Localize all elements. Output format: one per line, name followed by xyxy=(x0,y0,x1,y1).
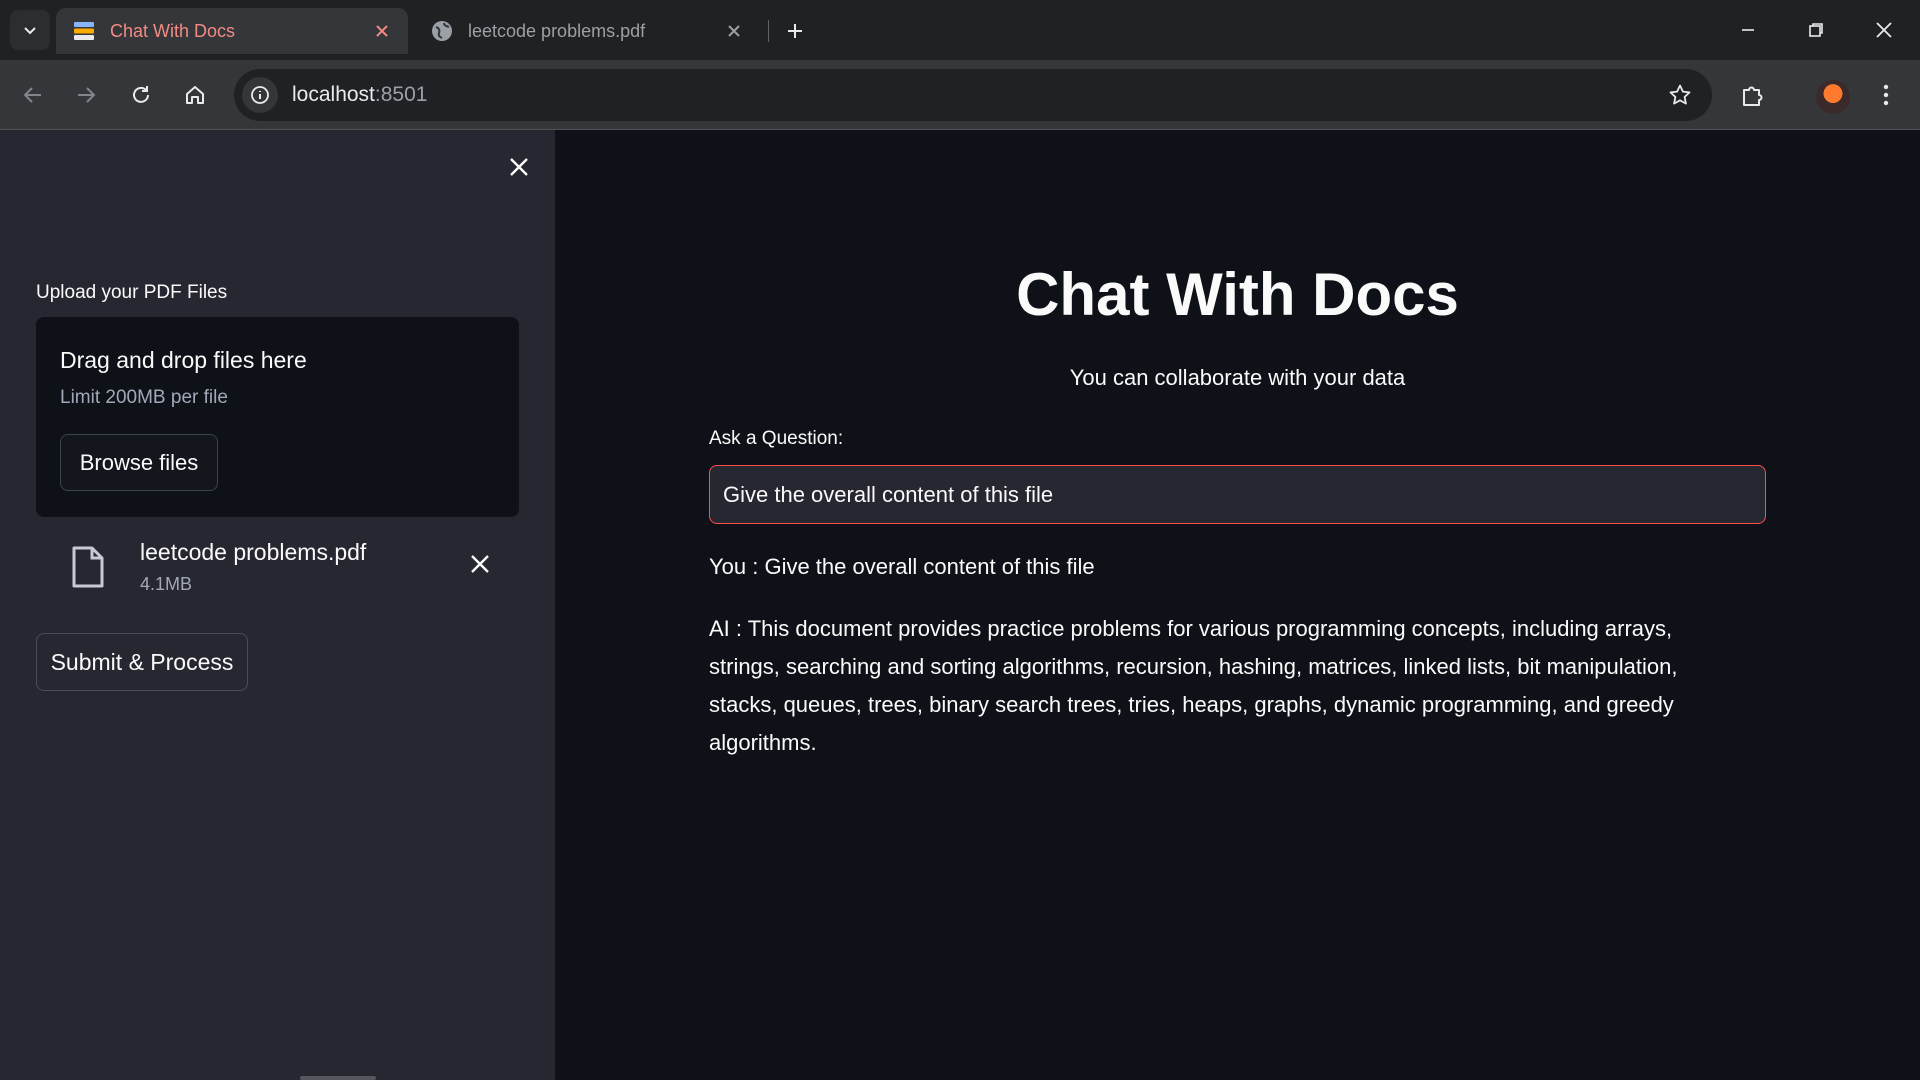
tab-leetcode-pdf[interactable]: leetcode problems.pdf xyxy=(420,8,760,54)
close-sidebar-button[interactable] xyxy=(502,150,536,184)
bookmark-star-icon[interactable] xyxy=(1664,79,1696,111)
file-icon xyxy=(72,546,104,588)
browser-toolbar: localhost:8501 xyxy=(0,60,1920,130)
tab-title: leetcode problems.pdf xyxy=(468,20,646,41)
uploaded-file-item: leetcode problems.pdf 4.1MB xyxy=(36,534,519,614)
extensions-button[interactable] xyxy=(1733,75,1773,115)
streamlit-favicon xyxy=(74,22,94,40)
tab-chat-with-docs[interactable]: Chat With Docs xyxy=(56,8,408,54)
remove-file-button[interactable] xyxy=(464,548,496,580)
question-label: Ask a Question: xyxy=(709,428,844,449)
reload-icon xyxy=(133,86,149,103)
profile-avatar[interactable] xyxy=(1816,80,1850,114)
browser-menu-button[interactable] xyxy=(1866,75,1906,115)
url-port: :8501 xyxy=(374,83,428,106)
more-vertical-icon xyxy=(1883,84,1889,106)
dropzone-limit: Limit 200MB per file xyxy=(60,387,228,408)
browser-tab-strip: Chat With Docs leetcode problems.pdf xyxy=(0,0,1920,60)
close-window-button[interactable] xyxy=(1862,10,1906,50)
back-button[interactable] xyxy=(13,75,53,115)
minimize-icon xyxy=(1742,29,1754,31)
chevron-down-icon xyxy=(24,27,36,35)
tab-divider xyxy=(768,20,769,42)
close-icon xyxy=(510,158,528,176)
home-icon xyxy=(186,86,204,104)
browse-files-button[interactable]: Browse files xyxy=(60,434,218,491)
new-tab-button[interactable] xyxy=(780,16,810,46)
submit-process-button[interactable]: Submit & Process xyxy=(36,633,248,691)
home-button[interactable] xyxy=(175,75,215,115)
sidebar-scrollbar[interactable] xyxy=(300,1076,376,1080)
puzzle-icon xyxy=(1743,86,1763,106)
main-content: Chat With Docs You can collaborate with … xyxy=(555,130,1920,1080)
sidebar: Upload your PDF Files Drag and drop file… xyxy=(0,130,555,1080)
upload-label: Upload your PDF Files xyxy=(36,282,228,303)
globe-icon xyxy=(432,21,452,41)
minimize-button[interactable] xyxy=(1726,10,1770,50)
forward-button[interactable] xyxy=(66,75,106,115)
file-size: 4.1MB xyxy=(140,574,193,594)
arrow-left-icon xyxy=(23,87,41,103)
close-icon xyxy=(471,555,489,573)
reload-button[interactable] xyxy=(121,75,161,115)
file-name: leetcode problems.pdf xyxy=(140,539,367,565)
address-bar[interactable]: localhost:8501 xyxy=(234,69,1712,121)
plus-icon xyxy=(788,24,802,38)
ai-response: AI : This document provides practice pro… xyxy=(709,616,1678,755)
close-tab-icon[interactable] xyxy=(370,19,394,43)
url-text: localhost:8501 xyxy=(292,83,427,107)
question-input[interactable] xyxy=(709,465,1766,524)
restore-icon xyxy=(1809,23,1823,37)
restore-button[interactable] xyxy=(1794,10,1838,50)
site-info-icon[interactable] xyxy=(242,77,278,113)
url-host: localhost xyxy=(292,83,375,106)
page-title: Chat With Docs xyxy=(1016,261,1459,328)
file-dropzone[interactable]: Drag and drop files here Limit 200MB per… xyxy=(36,317,519,517)
tab-title: Chat With Docs xyxy=(110,20,236,41)
arrow-right-icon xyxy=(78,87,96,103)
close-icon xyxy=(1876,22,1892,38)
tab-search-button[interactable] xyxy=(10,10,50,50)
page-subtitle: You can collaborate with your data xyxy=(1069,365,1406,390)
close-tab-icon[interactable] xyxy=(722,19,746,43)
dropzone-title: Drag and drop files here xyxy=(60,347,307,373)
user-message: You : Give the overall content of this f… xyxy=(709,554,1095,579)
